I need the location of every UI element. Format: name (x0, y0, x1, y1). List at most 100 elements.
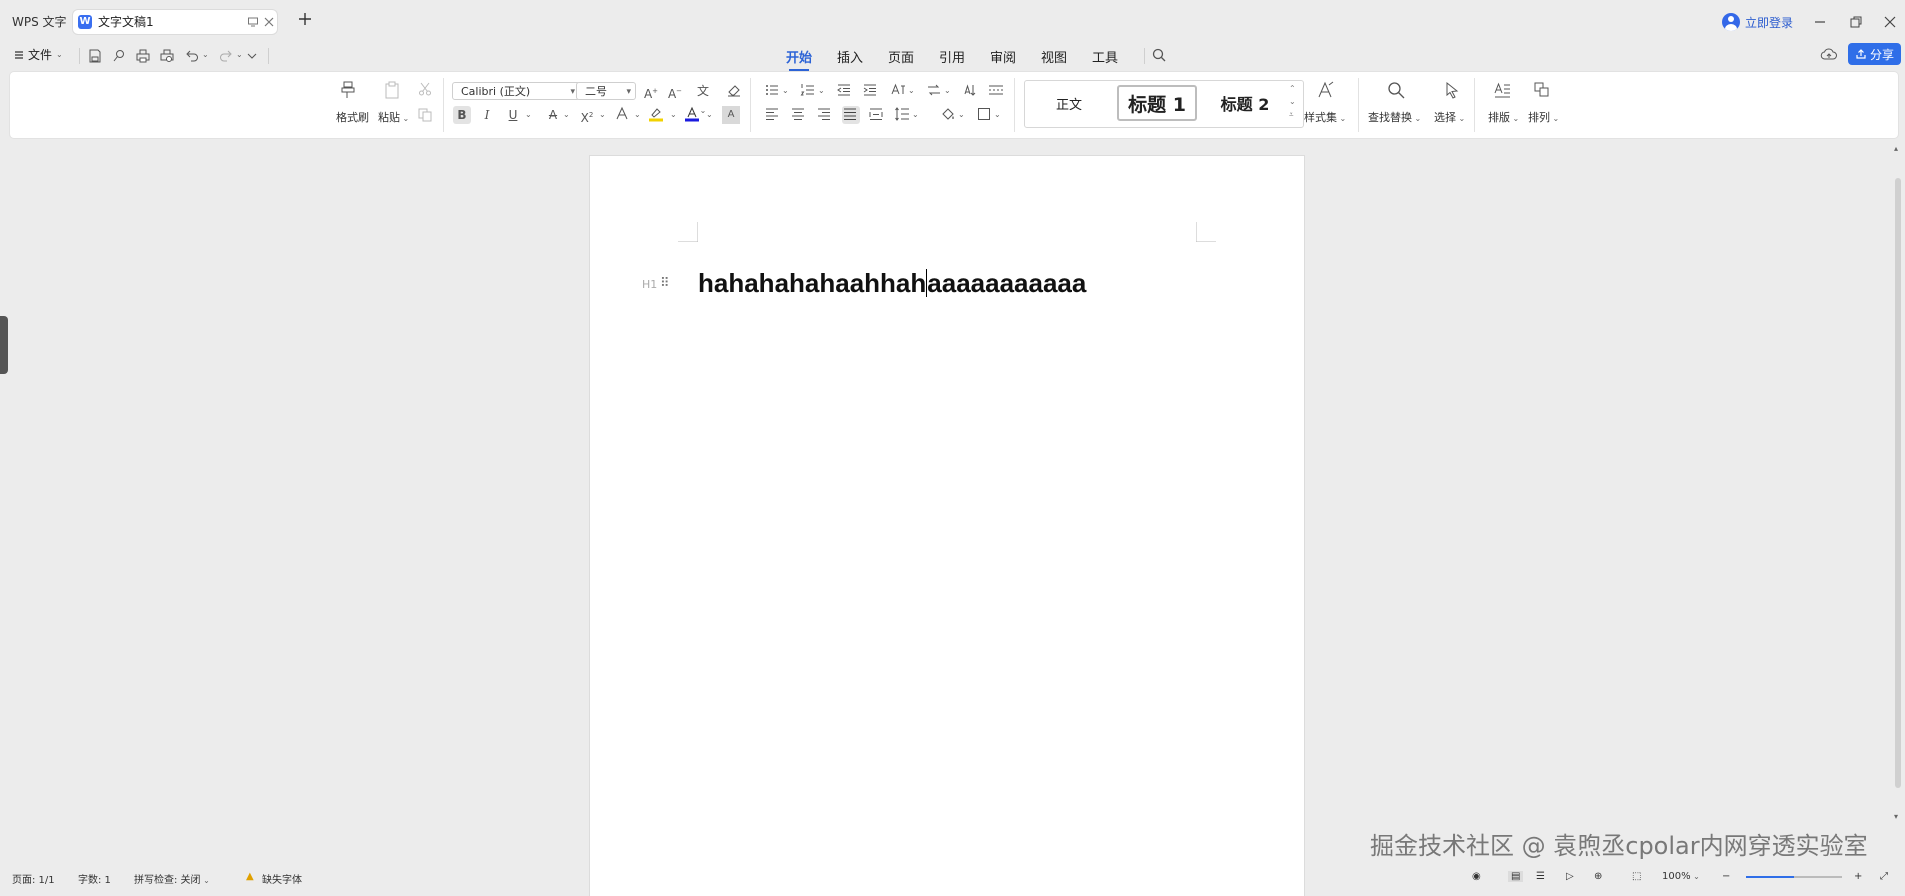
find-replace-button[interactable]: 查找替换 ⌄ (1368, 109, 1421, 125)
style-normal[interactable]: 正文 (1029, 85, 1109, 121)
line-spacing-icon[interactable] (894, 106, 912, 124)
customize-toolbar-icon[interactable] (244, 48, 262, 66)
page-count[interactable]: 页面: 1/1 (12, 871, 55, 886)
numbering-dropdown-icon[interactable]: ⌄ (818, 86, 825, 95)
text-effect-icon[interactable] (614, 106, 632, 124)
paragraph-drag-handle-icon[interactable]: ⠿ (660, 276, 669, 291)
underline-dropdown-icon[interactable]: ⌄ (525, 110, 532, 119)
file-menu-button[interactable]: 文件 ⌄ (14, 46, 63, 63)
highlight-color-icon[interactable] (648, 106, 666, 124)
layout-icon[interactable] (1492, 80, 1512, 100)
eye-protection-icon[interactable]: ◉ (1472, 871, 1481, 882)
character-shading-icon[interactable]: A (722, 106, 740, 124)
strikethrough-dropdown-icon[interactable]: ⌄ (563, 110, 570, 119)
distributed-align-icon[interactable] (868, 106, 886, 124)
search-icon[interactable] (1151, 47, 1169, 65)
layout-button[interactable]: 排版 ⌄ (1488, 109, 1519, 125)
find-replace-icon[interactable] (1386, 80, 1406, 100)
document-tab[interactable]: W 文字文稿1 (73, 10, 277, 34)
vertical-scrollbar[interactable]: ▴ ▾ (1892, 140, 1905, 870)
sort-direction-icon[interactable] (926, 82, 944, 100)
new-tab-button[interactable] (298, 12, 312, 26)
copy-icon[interactable] (418, 108, 432, 122)
login-link[interactable]: 立即登录 (1722, 11, 1793, 33)
close-tab-icon[interactable] (263, 16, 275, 28)
text-direction-dropdown-icon[interactable]: ⌄ (908, 86, 915, 95)
undo-icon[interactable] (184, 48, 202, 66)
italic-button[interactable]: I (478, 106, 496, 124)
spell-check-status[interactable]: 拼写检查: 关闭 ⌄ (134, 871, 210, 886)
style-set-button[interactable]: 样式集 ⌄ (1304, 109, 1346, 125)
print-icon[interactable] (135, 48, 153, 66)
superscript-dropdown-icon[interactable]: ⌄ (599, 110, 606, 119)
tab-home[interactable]: 开始 (786, 47, 812, 71)
superscript-button[interactable]: X2 (578, 106, 596, 125)
grow-font-icon[interactable]: A+ (642, 82, 660, 101)
tab-tools[interactable]: 工具 (1092, 47, 1118, 66)
print-preview-icon[interactable] (159, 48, 177, 66)
format-painter-button[interactable]: 格式刷 (336, 109, 369, 125)
format-output-icon[interactable] (111, 48, 129, 66)
redo-dropdown-icon[interactable]: ⌄ (236, 50, 243, 59)
close-window-button[interactable] (1880, 12, 1900, 32)
outline-view-icon[interactable]: ☰ (1536, 871, 1545, 882)
phonetic-guide-icon[interactable]: 文⌄ (694, 82, 712, 115)
strikethrough-button[interactable]: A (544, 106, 562, 124)
style-heading-1[interactable]: 标题 1 (1117, 85, 1197, 121)
style-expand-icon[interactable]: ⩡ (1289, 110, 1294, 120)
borders-icon[interactable] (976, 106, 994, 124)
tab-review[interactable]: 审阅 (990, 47, 1016, 66)
scroll-up-icon[interactable]: ▴ (1894, 144, 1898, 153)
decrease-indent-icon[interactable] (836, 82, 854, 100)
cut-icon[interactable] (418, 82, 432, 96)
bold-button[interactable]: B (453, 106, 471, 124)
zoom-in-icon[interactable]: + (1854, 871, 1862, 882)
zoom-select[interactable]: 100% ⌄ (1662, 871, 1700, 882)
sort-icon[interactable] (962, 82, 980, 100)
style-heading-2[interactable]: 标题 2 (1205, 85, 1285, 121)
text-direction-icon[interactable] (890, 82, 908, 100)
font-color-dropdown-icon[interactable]: ⌄ (706, 110, 713, 119)
shading-dropdown-icon[interactable]: ⌄ (958, 110, 965, 119)
underline-button[interactable]: U (504, 106, 522, 124)
fullscreen-icon[interactable]: ⤢ (1880, 871, 1888, 882)
shrink-font-icon[interactable]: A− (666, 82, 684, 101)
format-painter-icon[interactable] (338, 80, 358, 100)
style-set-icon[interactable] (1316, 80, 1336, 100)
arrange-icon[interactable] (1532, 80, 1552, 100)
document-page[interactable] (590, 156, 1304, 896)
missing-font-status[interactable]: 缺失字体 (262, 871, 302, 886)
cloud-upload-icon[interactable] (1820, 46, 1838, 64)
read-mode-icon[interactable]: ▷ (1566, 871, 1574, 882)
scroll-down-icon[interactable]: ▾ (1894, 812, 1898, 821)
style-scroll-down-icon[interactable]: ⌄ (1289, 97, 1296, 106)
web-view-icon[interactable]: ⊕ (1594, 871, 1602, 882)
font-name-select[interactable]: Calibri (正文) ▾ (452, 82, 580, 100)
text-effect-dropdown-icon[interactable]: ⌄ (634, 110, 641, 119)
bullet-dropdown-icon[interactable]: ⌄ (782, 86, 789, 95)
scrollbar-thumb[interactable] (1895, 178, 1901, 788)
increase-indent-icon[interactable] (862, 82, 880, 100)
show-hide-marks-icon[interactable] (988, 82, 1006, 100)
clear-format-icon[interactable] (726, 82, 744, 100)
font-size-select[interactable]: 二号 ▾ (576, 82, 636, 100)
tab-insert[interactable]: 插入 (837, 47, 863, 66)
share-button[interactable]: 分享 (1848, 43, 1901, 65)
fit-width-icon[interactable]: ⬚ (1632, 871, 1641, 882)
numbered-list-icon[interactable] (800, 82, 818, 100)
line-spacing-dropdown-icon[interactable]: ⌄ (912, 110, 919, 119)
page-view-icon[interactable]: ▤ (1508, 871, 1524, 882)
app-home-tab[interactable]: WPS 文字 (4, 10, 76, 34)
restore-button[interactable] (1846, 12, 1866, 32)
arrange-button[interactable]: 排列 ⌄ (1528, 109, 1559, 125)
tab-references[interactable]: 引用 (939, 47, 965, 66)
align-center-icon[interactable] (790, 106, 808, 124)
document-heading[interactable]: hahahahahaahhahaaaaaaaaaaa (698, 268, 1086, 299)
tab-float-icon[interactable] (247, 16, 259, 28)
font-color-icon[interactable] (684, 106, 702, 124)
bullet-list-icon[interactable] (764, 82, 782, 100)
align-left-icon[interactable] (764, 106, 782, 124)
minimize-button[interactable] (1810, 12, 1830, 32)
paste-button[interactable]: 粘贴 ⌄ (378, 109, 409, 125)
style-scroll-up-icon[interactable]: ⌃ (1289, 84, 1296, 93)
